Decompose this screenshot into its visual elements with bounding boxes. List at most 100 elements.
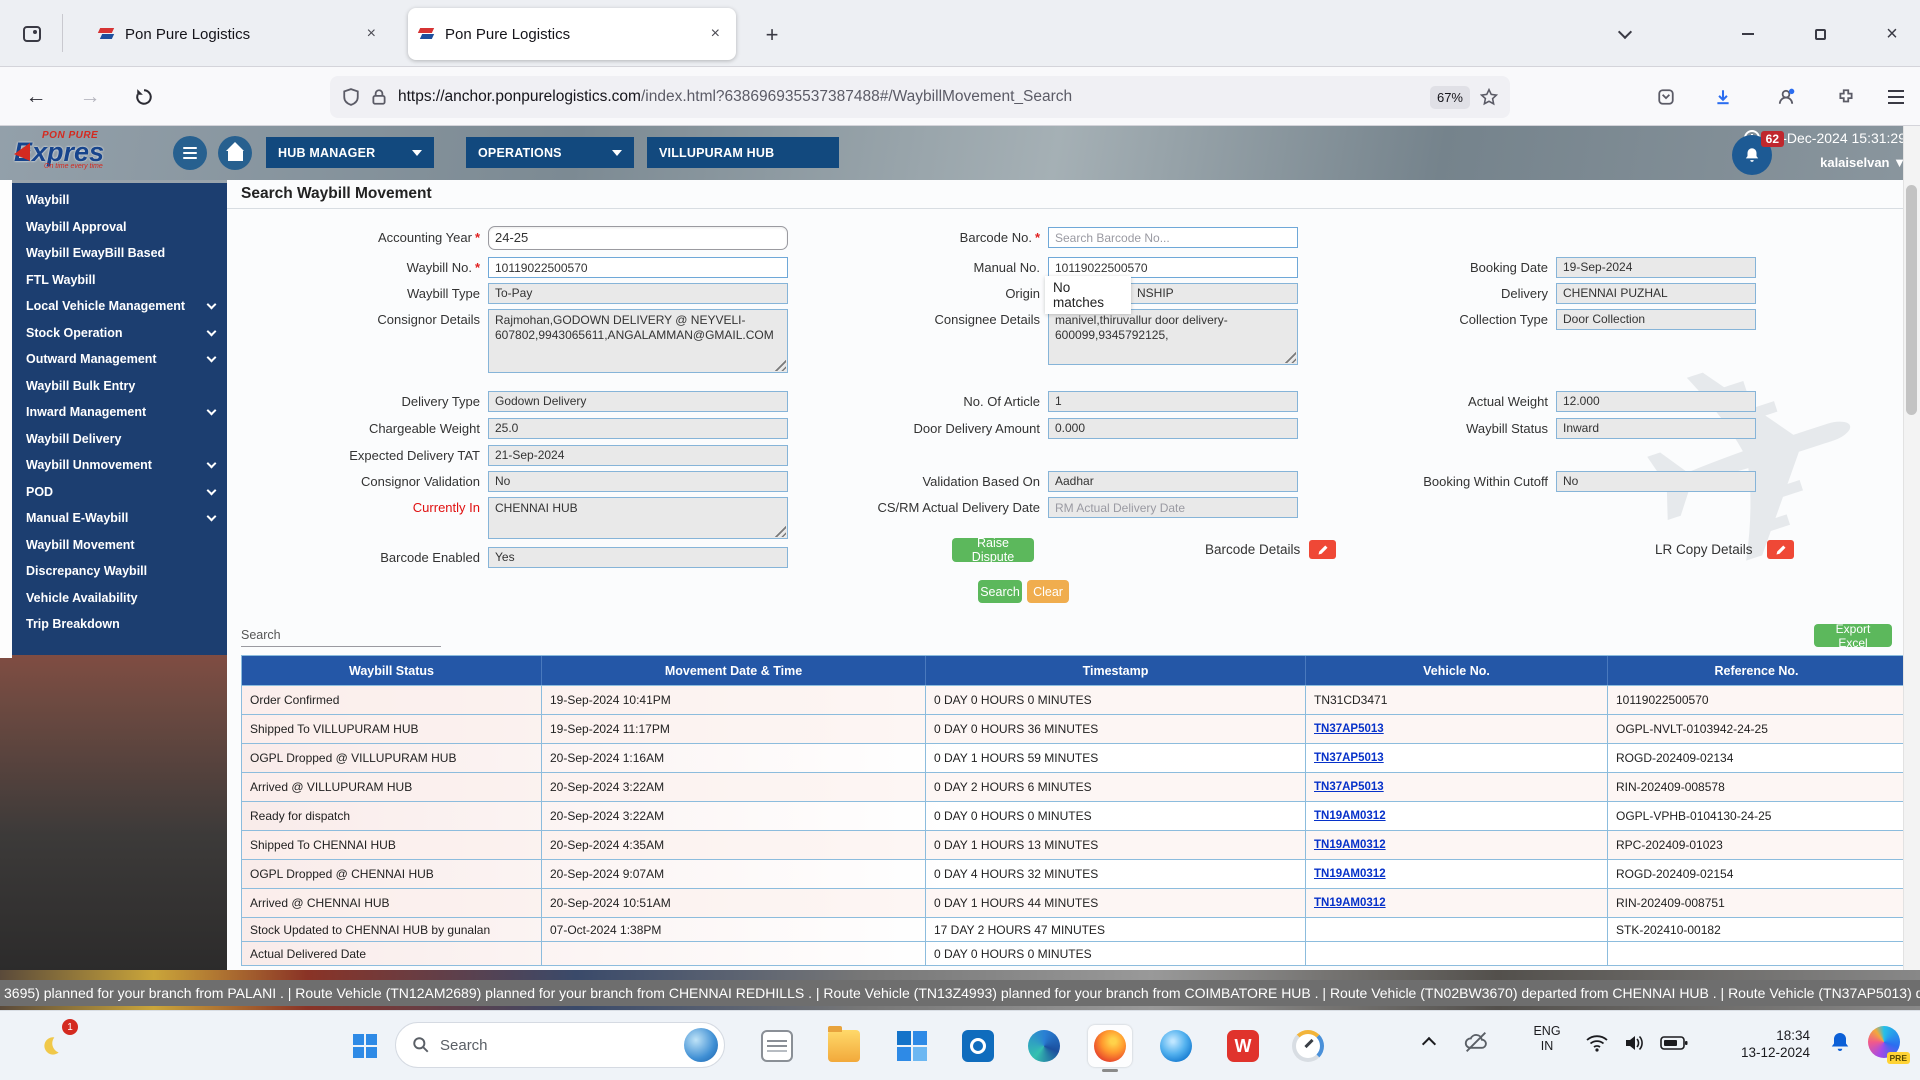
user-menu[interactable]: kalaiselvan ▼ xyxy=(1820,155,1906,170)
lock-icon[interactable] xyxy=(370,88,388,106)
bookmark-star-icon[interactable] xyxy=(1480,88,1498,106)
reload-button[interactable] xyxy=(126,79,162,115)
search-button[interactable]: Search xyxy=(978,580,1022,603)
account-icon[interactable] xyxy=(1768,79,1804,115)
currently-in-textarea[interactable]: CHENNAI HUB xyxy=(488,497,788,539)
url-bar[interactable]: https://anchor.ponpurelogistics.com/inde… xyxy=(330,76,1510,118)
resize-grip-icon[interactable] xyxy=(1282,349,1296,363)
csrm-actual-delivery-date-input[interactable] xyxy=(1048,497,1298,518)
resize-grip-icon[interactable] xyxy=(772,523,786,537)
outlook-icon[interactable] xyxy=(956,1025,1000,1067)
menu-icon[interactable] xyxy=(1878,79,1914,115)
module-dropdown[interactable]: OPERATIONS xyxy=(466,137,634,168)
export-excel-button[interactable]: Export Excel xyxy=(1814,624,1892,647)
lr-copy-details-label: LR Copy Details xyxy=(1655,542,1753,557)
sidebar-item-trip-breakdown[interactable]: Trip Breakdown xyxy=(12,611,227,638)
search-highlight-icon[interactable] xyxy=(684,1028,718,1062)
delivery-field: CHENNAI PUZHAL xyxy=(1556,283,1756,304)
forward-button[interactable]: → xyxy=(72,79,108,115)
menu-toggle-button[interactable] xyxy=(173,136,207,170)
vehicle-link[interactable]: TN37AP5013 xyxy=(1314,723,1384,735)
downloads-icon[interactable] xyxy=(1705,79,1741,115)
raise-dispute-button[interactable]: Raise Dispute xyxy=(952,538,1034,562)
role-dropdown[interactable]: HUB MANAGER xyxy=(266,137,434,168)
file-explorer-icon[interactable] xyxy=(822,1025,866,1067)
sidebar-item-waybill-bulk-entry[interactable]: Waybill Bulk Entry xyxy=(12,373,227,400)
sidebar-item-waybill-unmovement[interactable]: Waybill Unmovement xyxy=(12,452,227,479)
document-app-icon[interactable] xyxy=(755,1025,799,1067)
window-minimize-button[interactable] xyxy=(1728,18,1768,50)
sidebar-item-waybill-ewaybill-based[interactable]: Waybill EwayBill Based xyxy=(12,240,227,267)
home-button[interactable] xyxy=(218,136,252,170)
notifications-button[interactable]: 62 xyxy=(1732,135,1772,175)
firefox-icon[interactable] xyxy=(1088,1025,1132,1067)
edge-secondary-icon[interactable] xyxy=(1154,1025,1198,1067)
sidebar-item-waybill-approval[interactable]: Waybill Approval xyxy=(12,214,227,241)
snipping-tool-icon[interactable] xyxy=(1286,1025,1330,1067)
wifi-icon[interactable] xyxy=(1585,1033,1609,1058)
consignor-details-textarea[interactable]: Rajmohan,GODOWN DELIVERY @ NEYVELI-60780… xyxy=(488,309,788,373)
wps-office-icon[interactable]: W xyxy=(1221,1025,1265,1067)
vehicle-link[interactable]: TN37AP5013 xyxy=(1314,752,1384,764)
start-button[interactable] xyxy=(343,1025,387,1067)
waybill-no-input[interactable] xyxy=(488,257,788,278)
sidebar-item-waybill-delivery[interactable]: Waybill Delivery xyxy=(12,426,227,453)
taskbar-clock[interactable]: 18:3413-12-2024 xyxy=(1700,1027,1810,1061)
extensions-icon[interactable] xyxy=(1828,79,1864,115)
browser-tab-2-active[interactable]: Pon Pure Logistics × xyxy=(408,8,736,60)
vehicle-link[interactable]: TN19AM0312 xyxy=(1314,868,1386,880)
vehicle-link[interactable]: TN19AM0312 xyxy=(1314,897,1386,909)
vehicle-link[interactable]: TN37AP5013 xyxy=(1314,781,1384,793)
page-scrollbar-thumb[interactable] xyxy=(1906,185,1917,415)
browser-tab-1[interactable]: Pon Pure Logistics × xyxy=(88,8,392,60)
firefox-view-icon[interactable] xyxy=(14,16,50,52)
copilot-icon[interactable]: PRE xyxy=(1868,1026,1902,1060)
url-text[interactable]: https://anchor.ponpurelogistics.com/inde… xyxy=(398,88,1420,106)
tab-close-icon[interactable]: × xyxy=(705,23,726,45)
no-of-article-field: 1 xyxy=(1048,391,1298,412)
sidebar-item-waybill-movement[interactable]: Waybill Movement xyxy=(12,532,227,559)
movement-table: Waybill Status Movement Date & Time Time… xyxy=(241,655,1903,966)
barcode-details-edit-button[interactable] xyxy=(1309,540,1336,559)
sidebar-item-ftl-waybill[interactable]: FTL Waybill xyxy=(12,267,227,294)
volume-icon[interactable] xyxy=(1622,1033,1646,1058)
window-maximize-button[interactable] xyxy=(1800,18,1840,50)
microsoft-365-icon[interactable] xyxy=(890,1025,934,1067)
sidebar-item-discrepancy-waybill[interactable]: Discrepancy Waybill xyxy=(12,558,227,585)
sidebar-item-inward-management[interactable]: Inward Management xyxy=(12,399,227,426)
clear-button[interactable]: Clear xyxy=(1027,580,1069,603)
taskbar-notifications-bell[interactable] xyxy=(1828,1030,1852,1059)
bell-icon xyxy=(1743,146,1761,164)
list-tabs-chevron-icon[interactable] xyxy=(1605,18,1645,50)
lr-copy-details-edit-button[interactable] xyxy=(1767,540,1794,559)
vehicle-link[interactable]: TN19AM0312 xyxy=(1314,810,1386,822)
consignee-details-textarea[interactable]: manivel,thiruvallur door delivery-600099… xyxy=(1048,309,1298,365)
sidebar-item-waybill[interactable]: Waybill xyxy=(12,187,227,214)
sidebar-item-stock-operation[interactable]: Stock Operation xyxy=(12,320,227,347)
back-button[interactable]: ← xyxy=(18,79,54,115)
results-filter-label[interactable]: Search xyxy=(241,628,281,642)
taskbar-search[interactable]: Search xyxy=(395,1022,725,1068)
weather-widget[interactable]: 1 xyxy=(28,1025,72,1067)
sidebar-item-pod[interactable]: POD xyxy=(12,479,227,506)
pocket-icon[interactable] xyxy=(1648,79,1684,115)
language-indicator[interactable]: ENGIN xyxy=(1525,1024,1569,1054)
onedrive-offline-icon[interactable] xyxy=(1462,1030,1490,1059)
manual-no-input[interactable] xyxy=(1048,257,1298,278)
window-close-button[interactable]: × xyxy=(1872,18,1912,50)
sidebar-item-local-vehicle-management[interactable]: Local Vehicle Management xyxy=(12,293,227,320)
tracking-shield-icon[interactable] xyxy=(342,88,360,106)
sidebar-item-outward-management[interactable]: Outward Management xyxy=(12,346,227,373)
hidden-icons-chevron[interactable] xyxy=(1424,1035,1434,1049)
resize-grip-icon[interactable] xyxy=(772,357,786,371)
edge-icon[interactable] xyxy=(1022,1025,1066,1067)
new-tab-button[interactable]: + xyxy=(755,18,789,52)
battery-icon[interactable] xyxy=(1660,1035,1688,1056)
tab-close-icon[interactable]: × xyxy=(361,23,382,45)
sidebar-item-vehicle-availability[interactable]: Vehicle Availability xyxy=(12,585,227,612)
barcode-no-input[interactable] xyxy=(1048,227,1298,248)
vehicle-link[interactable]: TN19AM0312 xyxy=(1314,839,1386,851)
accounting-year-select[interactable]: 24-25 xyxy=(488,226,788,250)
sidebar-item-manual-e-waybill[interactable]: Manual E-Waybill xyxy=(12,505,227,532)
zoom-level-badge[interactable]: 67% xyxy=(1430,86,1470,109)
